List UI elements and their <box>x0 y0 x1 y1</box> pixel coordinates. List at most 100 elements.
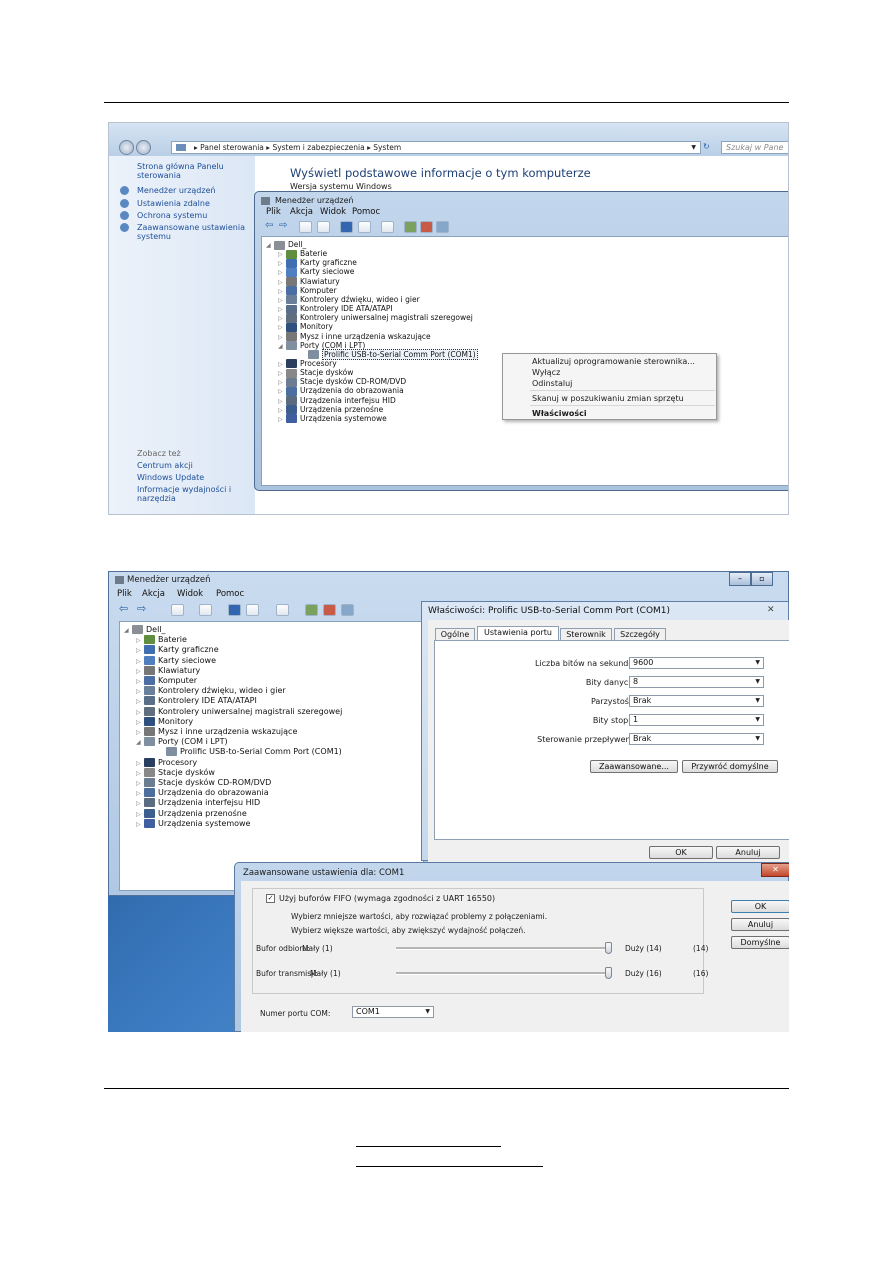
tab-port-settings[interactable]: Ustawienia portu <box>477 626 559 640</box>
advanced-button[interactable]: Zaawansowane... <box>590 760 678 773</box>
menu-action[interactable]: Akcja <box>142 589 165 599</box>
tree-item[interactable]: ▷ Stacje dysków <box>278 368 353 378</box>
search-input[interactable]: Szukaj w Pane <box>721 141 788 154</box>
menu-help[interactable]: Pomoc <box>216 589 244 599</box>
tree-item[interactable]: ▷ Karty sieciowe <box>278 267 354 277</box>
tree-item[interactable]: ▷ Klawiatury <box>136 665 200 676</box>
parity-select[interactable]: Brak <box>629 695 764 707</box>
cancel-button[interactable]: Anuluj <box>716 846 780 859</box>
menu-view[interactable]: Widok <box>320 207 346 217</box>
breadcrumb-item[interactable]: System i zabezpieczenia <box>272 143 364 152</box>
tree-item[interactable]: ▷ Mysz i inne urządzenia wskazujące <box>136 727 297 737</box>
tree-item[interactable]: ▷ Kontrolery dźwięku, wideo i gier <box>136 686 286 696</box>
breadcrumb-item[interactable]: Panel sterowania <box>200 143 264 152</box>
ok-button[interactable]: OK <box>731 900 789 913</box>
close-icon[interactable]: ✕ <box>767 605 775 615</box>
tab-driver[interactable]: Sterownik <box>560 628 612 640</box>
tree-item[interactable]: ▷ Karty graficzne <box>278 258 357 268</box>
tree-item-prolific-port[interactable]: Prolific USB-to-Serial Comm Port (COM1) <box>300 348 478 360</box>
ok-button[interactable]: OK <box>649 846 713 859</box>
breadcrumb-item[interactable]: System <box>373 143 401 152</box>
tree-item[interactable]: ▷ Urządzenia systemowe <box>278 414 387 424</box>
tree-item[interactable]: ▷ Kontrolery dźwięku, wideo i gier <box>278 295 420 305</box>
advanced-settings-link[interactable]: Zaawansowane ustawienia systemu <box>120 223 249 241</box>
tree-item[interactable]: ▷ Urządzenia do obrazowania <box>136 788 269 798</box>
expanded-arrow-icon[interactable]: ◢ <box>124 626 132 636</box>
forward-button[interactable] <box>136 140 151 155</box>
menu-file[interactable]: Plik <box>266 207 281 217</box>
tree-item[interactable]: ▷ Stacje dysków <box>136 767 215 778</box>
tree-item[interactable]: ▷ Urządzenia do obrazowania <box>278 386 404 396</box>
tree-item[interactable]: ▷ Kontrolery IDE ATA/ATAPI <box>278 304 393 314</box>
control-panel-home-link[interactable]: Strona główna Panelu sterowania <box>137 162 237 180</box>
close-button[interactable]: ✕ <box>761 863 789 877</box>
see-also-item[interactable]: Windows Update <box>137 473 204 482</box>
tree-item[interactable]: ▷ Komputer <box>278 286 337 296</box>
chevron-down-icon[interactable]: ▼ <box>691 142 696 153</box>
menu-help[interactable]: Pomoc <box>352 207 380 217</box>
defaults-button[interactable]: Domyślne <box>731 936 789 949</box>
context-scan-hardware[interactable]: Skanuj w poszukiwaniu zmian sprzętu <box>532 394 684 403</box>
help-icon[interactable] <box>228 604 241 616</box>
uninstall-icon[interactable] <box>323 604 336 616</box>
tree-item[interactable]: ▷ Kontrolery IDE ATA/ATAPI <box>136 696 257 706</box>
menu-action[interactable]: Akcja <box>290 207 313 217</box>
flow-control-select[interactable]: Brak <box>629 733 764 745</box>
toolbar-view-button[interactable] <box>299 221 312 233</box>
tree-item[interactable]: ▷ Urządzenia interfejsu HID <box>278 396 396 406</box>
menu-view[interactable]: Widok <box>177 589 203 599</box>
data-bits-select[interactable]: 8 <box>629 676 764 688</box>
tree-item[interactable]: ▷ Urządzenia interfejsu HID <box>136 798 260 808</box>
help-icon[interactable] <box>340 221 353 233</box>
tab-general[interactable]: Ogólne <box>435 628 475 640</box>
tree-item[interactable]: ▷ Baterie <box>136 635 187 645</box>
back-button[interactable] <box>119 140 134 155</box>
com-port-select[interactable]: COM1 <box>352 1006 434 1018</box>
context-properties[interactable]: Właściwości <box>532 409 587 418</box>
tree-item[interactable]: ▷ Karty graficzne <box>136 645 219 655</box>
remote-settings-link[interactable]: Ustawienia zdalne <box>120 199 210 208</box>
tree-item[interactable]: ▷ Karty sieciowe <box>136 655 216 666</box>
tree-item[interactable]: ▷ Urządzenia przenośne <box>278 405 383 415</box>
toolbar-properties-button[interactable] <box>317 221 330 233</box>
menu-file[interactable]: Plik <box>117 589 132 599</box>
tree-item[interactable]: ▷ Baterie <box>278 249 327 259</box>
receive-buffer-slider[interactable] <box>396 947 609 950</box>
context-disable[interactable]: Wyłącz <box>532 368 560 377</box>
toolbar-properties-button[interactable] <box>199 604 212 616</box>
tree-item[interactable]: ▷ Komputer <box>136 676 197 686</box>
expanded-arrow-icon[interactable]: ◢ <box>266 241 274 250</box>
system-protection-link[interactable]: Ochrona systemu <box>120 211 207 220</box>
uninstall-icon[interactable] <box>420 221 433 233</box>
expanded-arrow-icon[interactable]: ◢ <box>278 342 286 351</box>
collapsed-arrow-icon[interactable]: ▷ <box>136 820 144 830</box>
tree-item[interactable]: ▷ Urządzenia przenośne <box>136 808 247 819</box>
enable-icon[interactable] <box>436 221 449 233</box>
collapsed-arrow-icon[interactable]: ▷ <box>278 415 286 424</box>
forward-arrow-icon[interactable]: ⇨ <box>279 220 287 231</box>
tree-item[interactable]: ◢ Porty (COM i LPT) <box>136 737 228 747</box>
see-also-item[interactable]: Informacje wydajności i narzędzia <box>137 485 242 503</box>
update-driver-icon[interactable] <box>305 604 318 616</box>
update-driver-icon[interactable] <box>404 221 417 233</box>
tree-item[interactable]: ▷ Monitory <box>278 322 333 332</box>
tree-item[interactable]: ▷ Kontrolery uniwersalnej magistrali szer… <box>278 313 473 323</box>
tree-root[interactable]: ◢ Dell_ <box>266 240 306 250</box>
minimize-button[interactable]: – <box>729 572 751 586</box>
fifo-checkbox[interactable]: ✓ <box>266 894 275 903</box>
context-uninstall[interactable]: Odinstaluj <box>532 379 572 388</box>
toolbar-update-button[interactable] <box>246 604 259 616</box>
tree-root[interactable]: ◢ Dell_ <box>124 625 166 635</box>
maximize-button[interactable]: ▫ <box>751 572 773 586</box>
tree-item[interactable]: ▷ Mysz i inne urządzenia wskazujące <box>278 332 431 341</box>
see-also-item[interactable]: Centrum akcji <box>137 461 193 470</box>
tree-item[interactable]: ▷ Urządzenia systemowe <box>136 818 250 830</box>
back-arrow-icon[interactable]: ⇦ <box>119 602 128 615</box>
scan-hardware-icon[interactable] <box>276 604 289 616</box>
tree-item-prolific-port[interactable]: Prolific USB-to-Serial Comm Port (COM1) <box>158 747 342 757</box>
tab-details[interactable]: Szczegóły <box>614 628 666 640</box>
tree-item[interactable]: ▷ Stacje dysków CD-ROM/DVD <box>278 377 406 387</box>
tree-item[interactable]: ▷ Procesory <box>136 757 197 768</box>
transmit-buffer-slider[interactable] <box>396 972 609 975</box>
cancel-button[interactable]: Anuluj <box>731 918 789 931</box>
